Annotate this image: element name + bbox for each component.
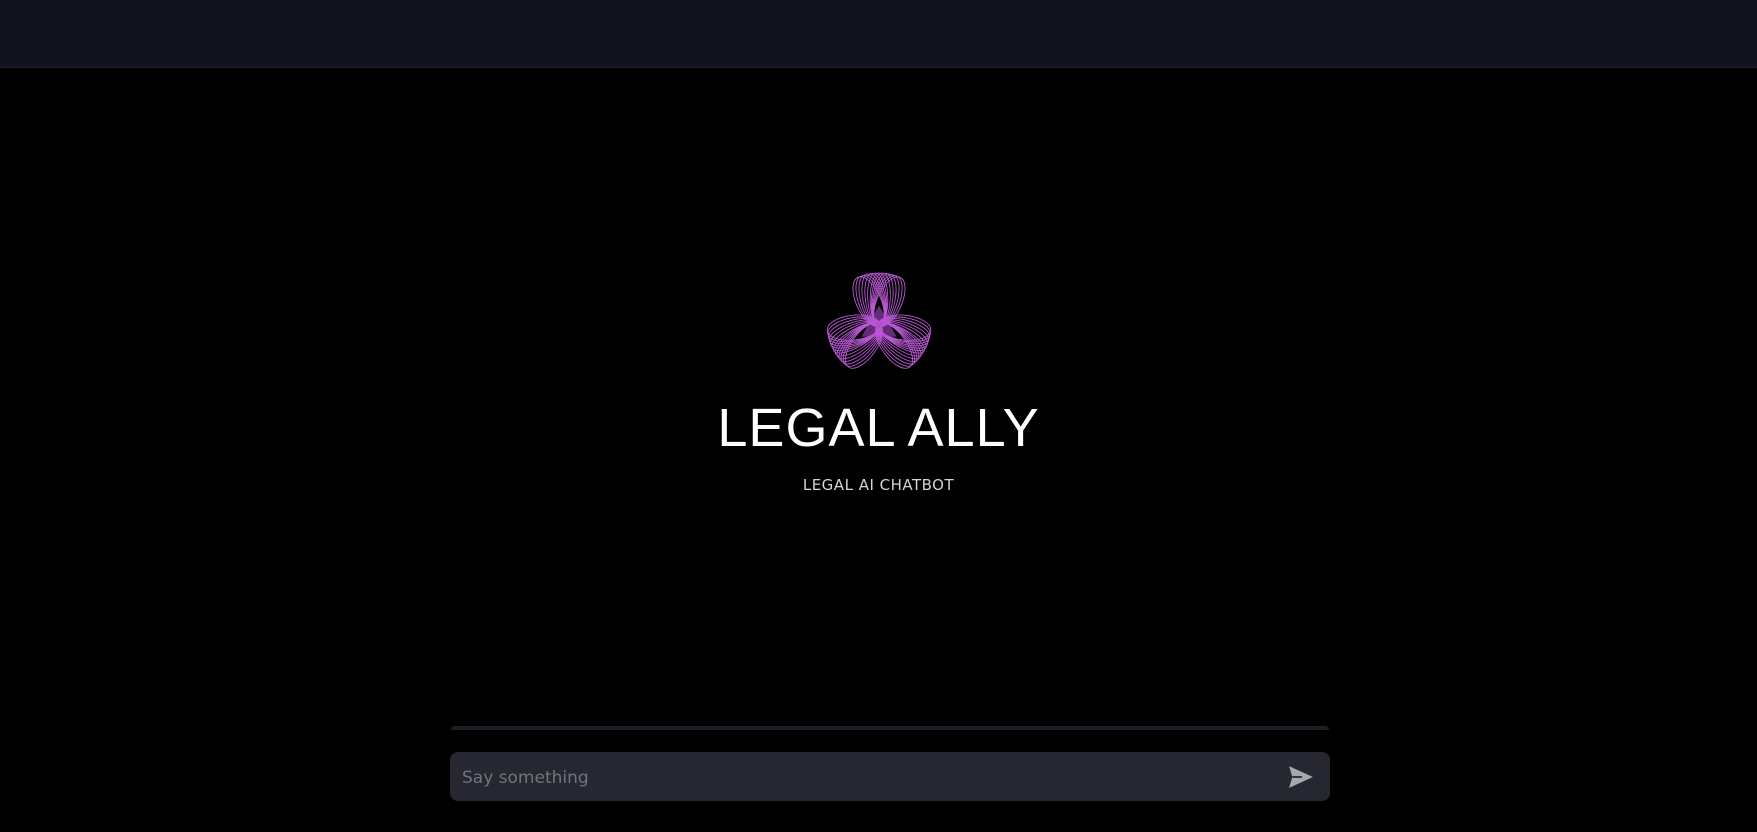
chat-input-container — [450, 752, 1330, 803]
top-header-bar — [0, 0, 1757, 68]
app-subtitle: LEGAL AI CHATBOT — [802, 476, 955, 494]
send-icon[interactable] — [1288, 765, 1314, 789]
hero-section: LEGAL ALLY LEGAL AI CHATBOT — [0, 268, 1757, 494]
app-title: LEGAL ALLY — [717, 398, 1040, 458]
chat-input[interactable] — [460, 752, 1264, 803]
chat-divider — [451, 726, 1329, 730]
flower-logo-icon — [826, 272, 931, 369]
